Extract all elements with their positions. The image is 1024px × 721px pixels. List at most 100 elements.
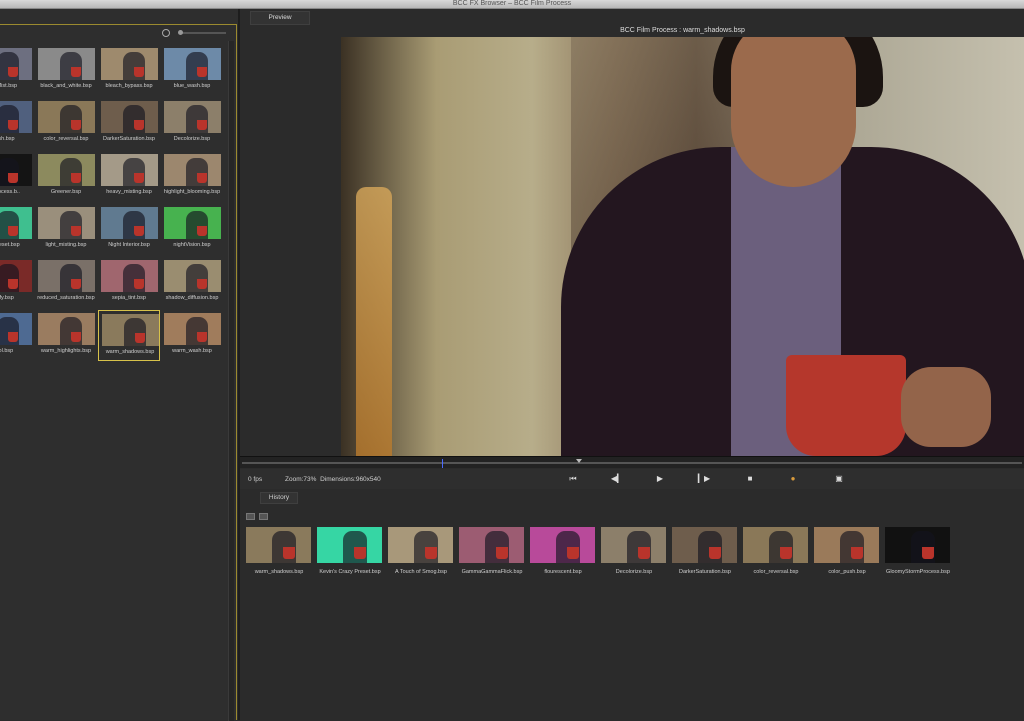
color-picker-icon[interactable]: ● [786, 473, 800, 485]
history-thumbnail [388, 527, 453, 563]
tab-history[interactable]: History [260, 492, 298, 504]
preset-item[interactable]: color_reversal.bsp [35, 98, 97, 149]
preset-item[interactable]: warm_shadows.bsp [98, 310, 160, 361]
preset-item[interactable]: rmProcess.b.. [0, 151, 34, 202]
thumbnail-cup [71, 67, 81, 77]
preset-item[interactable]: onify.bsp [0, 257, 34, 308]
window-title: BCC FX Browser – BCC Film Process [452, 0, 572, 7]
preset-thumbnail [164, 48, 221, 80]
preset-thumbnail [38, 48, 95, 80]
preset-item[interactable]: Greener.bsp [35, 151, 97, 202]
history-item[interactable]: flourescent.bsp [530, 527, 596, 577]
clock-icon[interactable] [162, 29, 170, 37]
preset-thumbnail [101, 101, 158, 133]
preset-label: ge Mist.bsp [0, 83, 18, 89]
history-label: color_push.bsp [828, 569, 866, 575]
thumbnail-cup [8, 279, 18, 289]
thumbnail-cup [8, 332, 18, 342]
preset-label: DarkerSaturation.bsp [103, 136, 155, 142]
snapshot-icon[interactable]: ▣ [832, 473, 846, 485]
zoom-label: Zoom:73% [285, 476, 317, 483]
preset-label: warm_wash.bsp [172, 348, 212, 354]
preset-item[interactable]: warm_highlights.bsp [35, 310, 97, 361]
preset-item[interactable]: light_misting.bsp [35, 204, 97, 255]
preset-thumbnail [164, 207, 221, 239]
history-thumbnail [885, 527, 950, 563]
step-forward-button[interactable]: ▎▶ [697, 473, 711, 485]
preset-item[interactable]: blue_wash.bsp [161, 45, 223, 96]
preset-item[interactable]: ge Mist.bsp [0, 45, 34, 96]
thumbnail-cup [71, 279, 81, 289]
history-item[interactable]: GloomyStormProcess.bsp [885, 527, 951, 577]
thumbnail-cup [851, 547, 863, 559]
preset-item[interactable]: Decolorize.bsp [161, 98, 223, 149]
preset-item[interactable]: Night Interior.bsp [98, 204, 160, 255]
preset-thumbnail [101, 48, 158, 80]
tab-preview[interactable]: Preview [250, 11, 310, 25]
preset-item[interactable]: bleach_bypass.bsp [98, 45, 160, 96]
history-thumbnail [601, 527, 666, 563]
preset-thumbnail [0, 101, 32, 133]
preset-label: rmProcess.b.. [0, 189, 20, 195]
preset-item[interactable]: reduced_saturation.bsp [35, 257, 97, 308]
step-back-button[interactable]: ◀▎ [610, 473, 624, 485]
thumbnail-cup [135, 333, 145, 343]
preset-label: highlight_blooming.bsp [163, 189, 221, 195]
thumbnail-cup [197, 120, 207, 130]
preset-item[interactable]: zy Preset.bsp [0, 204, 34, 255]
history-label: Kevin's Crazy Preset.bsp [319, 569, 381, 575]
list-view-icon[interactable] [246, 513, 255, 520]
history-item[interactable]: DarkerSaturation.bsp [672, 527, 738, 577]
history-item[interactable]: warm_shadows.bsp [246, 527, 312, 577]
playhead[interactable] [442, 459, 443, 468]
zoom-readout: Zoom:73% Dimensions:960x540 [285, 476, 381, 483]
preset-item[interactable]: shadow_diffusion.bsp [161, 257, 223, 308]
preset-thumbnail [101, 154, 158, 186]
play-button[interactable]: ▶ [653, 473, 667, 485]
preset-label: cool.bsp [0, 348, 14, 354]
history-item[interactable]: A Touch of Smog.bsp [388, 527, 454, 577]
preset-thumbnail [0, 48, 32, 80]
history-thumbnail [317, 527, 382, 563]
timeline-track[interactable] [242, 462, 1022, 464]
face-shape [731, 37, 856, 187]
preset-item[interactable]: sepia_tint.bsp [98, 257, 160, 308]
stop-button[interactable]: ■ [743, 473, 757, 485]
history-thumbnail [743, 527, 808, 563]
history-item[interactable]: color_reversal.bsp [743, 527, 809, 577]
thumbnail-size-slider[interactable] [178, 30, 226, 35]
preset-thumbnail [0, 313, 32, 345]
history-label: warm_shadows.bsp [254, 569, 304, 575]
history-label: GloomyStormProcess.bsp [886, 569, 950, 575]
grid-view-icon[interactable] [259, 513, 268, 520]
thumbnail-cup [354, 547, 366, 559]
thumbnail-cup [425, 547, 437, 559]
history-item[interactable]: Kevin's Crazy Preset.bsp [317, 527, 383, 577]
preset-item[interactable]: black_and_white.bsp [35, 45, 97, 96]
preset-thumbnail [0, 207, 32, 239]
preset-thumbnail [164, 154, 221, 186]
panel-highlight-border [0, 24, 237, 25]
preset-item[interactable]: cool.bsp [0, 310, 34, 361]
preset-label: Decolorize.bsp [173, 136, 211, 142]
history-item[interactable]: Decolorize.bsp [601, 527, 667, 577]
history-item[interactable]: color_push.bsp [814, 527, 880, 577]
thumbnail-cup [197, 67, 207, 77]
preset-item[interactable]: warm_wash.bsp [161, 310, 223, 361]
thumbnail-cup [134, 226, 144, 236]
preset-item[interactable]: heavy_misting.bsp [98, 151, 160, 202]
preset-thumbnail [0, 260, 32, 292]
preset-item[interactable]: nightVision.bsp [161, 204, 223, 255]
go-to-start-button[interactable]: ⏮ [566, 473, 580, 485]
preset-item[interactable]: DarkerSaturation.bsp [98, 98, 160, 149]
preset-scrollbar[interactable] [228, 41, 234, 721]
timeline[interactable] [240, 456, 1024, 468]
preset-label: blue_wash.bsp [173, 83, 211, 89]
preset-item[interactable]: wash.bsp [0, 98, 34, 149]
timeline-marker[interactable] [576, 459, 582, 463]
preset-item[interactable]: highlight_blooming.bsp [161, 151, 223, 202]
slider-knob[interactable] [178, 30, 183, 35]
thumbnail-cup [8, 226, 18, 236]
history-item[interactable]: GammaGammaFlick.bsp [459, 527, 525, 577]
thumbnail-cup [71, 120, 81, 130]
